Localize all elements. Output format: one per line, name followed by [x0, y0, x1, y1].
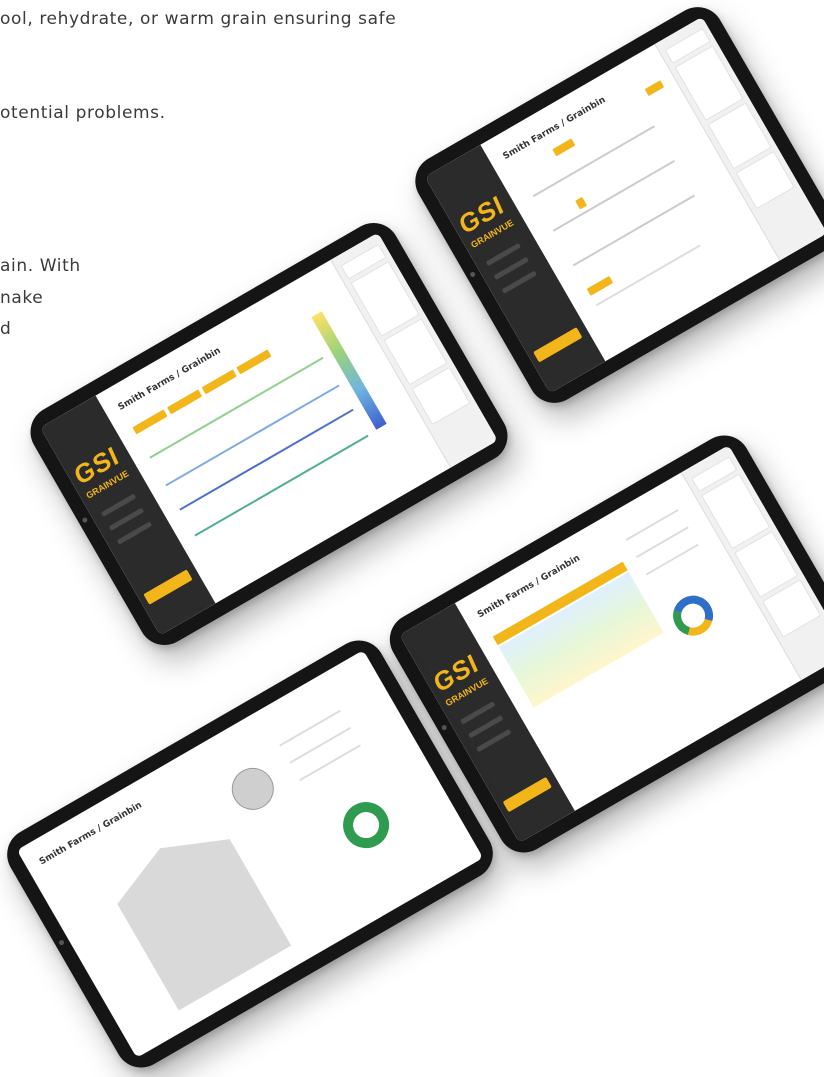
page-title: Smith Farms / Grainbin: [116, 345, 223, 413]
copy-line-2: otential problems.: [0, 103, 166, 123]
sidebar-action-button[interactable]: [143, 569, 193, 605]
tablet-screen: Smith Farms / Grainbin: [16, 650, 484, 1058]
sidebar-action-button[interactable]: [502, 776, 552, 813]
sidebar-item[interactable]: [501, 270, 538, 294]
tab-active[interactable]: [552, 138, 576, 157]
copy-line-5: d: [0, 319, 12, 339]
save-button[interactable]: [586, 275, 614, 296]
tablet-screen: GSI GRAINVUE Smith Farms / Grainbin: [40, 232, 498, 636]
tablet-chart: GSI GRAINVUE Smith Farms / Grainbin: [21, 213, 517, 655]
page-title: Smith Farms / Grainbin: [37, 800, 144, 868]
sidebar-action-button[interactable]: [533, 327, 583, 363]
donut-chart: [665, 588, 721, 643]
toggle[interactable]: [644, 80, 665, 97]
copy-line-1: ool, rehydrate, or warm grain ensuring s…: [0, 9, 397, 29]
bin-topview: [224, 760, 282, 818]
tablet-screen: GSI GRAINVUE Smith Farms / Grainbin: [399, 445, 824, 843]
tablet-settings: GSI GRAINVUE Smith Farms / Grainbin: [405, 0, 824, 413]
sidebar-item[interactable]: [116, 521, 153, 545]
tablet-screen: GSI GRAINVUE Smith Farms / Grainbin: [424, 16, 824, 394]
copy-line-4: nake: [0, 288, 44, 308]
main-panel: Smith Farms / Grainbin: [17, 650, 483, 1058]
bin-diagram: [104, 816, 292, 1011]
sidebar-item[interactable]: [476, 728, 512, 753]
donut-chart: [334, 793, 398, 857]
copy-line-3: ain. With: [0, 256, 81, 276]
